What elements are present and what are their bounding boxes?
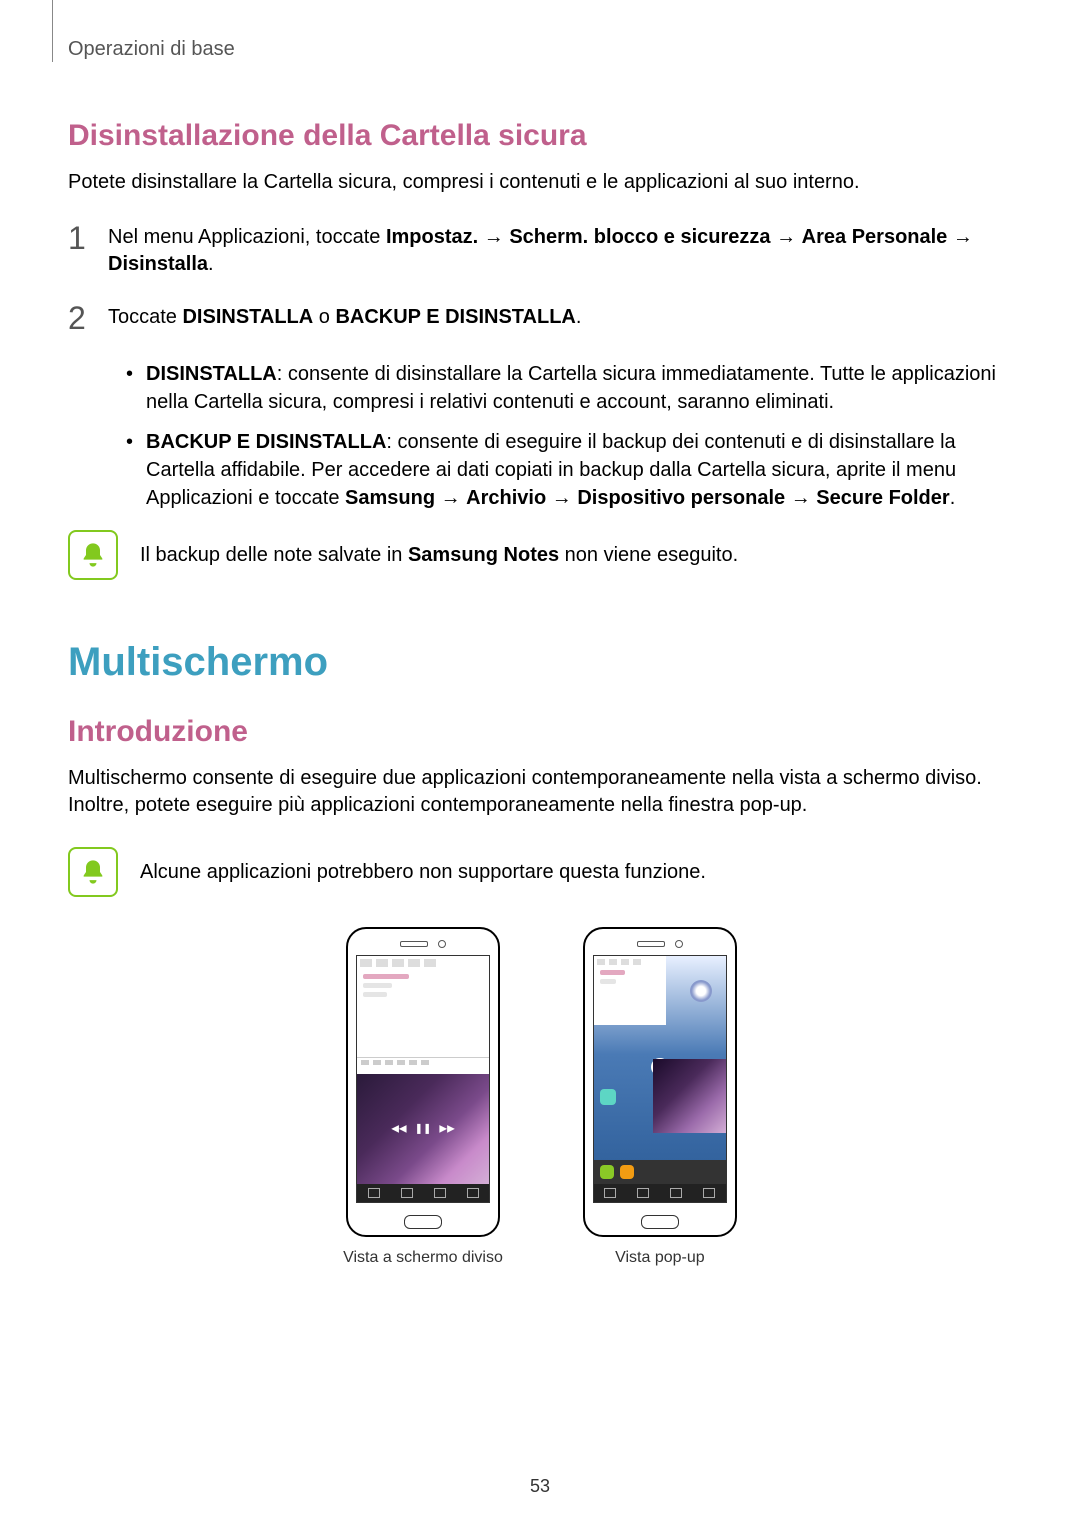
phone-mock-icon <box>583 927 737 1237</box>
figure-caption: Vista a schermo diviso <box>343 1249 503 1267</box>
phone-mock-icon: ◀◀❚❚▶▶ <box>346 927 500 1237</box>
margin-rule <box>52 0 53 62</box>
bold: Secure Folder <box>816 487 949 509</box>
step-2: 2 Toccate DISINSTALLA o BACKUP E DISINST… <box>68 304 1012 334</box>
arrow: → <box>947 226 973 248</box>
note-text: Il backup delle note salvate in Samsung … <box>140 542 738 569</box>
text: o <box>313 306 335 328</box>
manual-page: Operazioni di base Disinstallazione dell… <box>0 0 1080 1527</box>
bold: Scherm. blocco e sicurezza <box>509 226 770 248</box>
running-head: Operazioni di base <box>68 38 1012 61</box>
multiscreen-heading: Multischermo <box>68 640 1012 685</box>
note-text: Alcune applicazioni potrebbero non suppo… <box>140 859 706 886</box>
bold: Samsung Notes <box>408 544 559 566</box>
bold: BACKUP E DISINSTALLA <box>335 306 575 328</box>
text: Nel menu Applicazioni, toccate <box>108 226 386 248</box>
arrow: → <box>771 226 802 248</box>
uninstall-intro: Potete disinstallare la Cartella sicura,… <box>68 169 1012 196</box>
arrow: → <box>435 487 466 509</box>
period: . <box>950 487 956 509</box>
step-1: 1 Nel menu Applicazioni, toccate Imposta… <box>68 224 1012 278</box>
bullet-item: DISINSTALLA: consente di disinstallare l… <box>126 360 1012 416</box>
bell-icon <box>68 530 118 580</box>
step-number: 2 <box>68 302 108 334</box>
bold: Disinstalla <box>108 253 208 275</box>
arrow: → <box>785 487 816 509</box>
bold: DISINSTALLA <box>146 363 277 385</box>
bold: Archivio <box>466 487 546 509</box>
text: Toccate <box>108 306 182 328</box>
step-number: 1 <box>68 222 108 254</box>
bold: Area Personale <box>802 226 948 248</box>
arrow: → <box>478 226 509 248</box>
intro-subheading: Introduzione <box>68 715 1012 749</box>
bold: DISINSTALLA <box>182 306 313 328</box>
step-text: Nel menu Applicazioni, toccate Impostaz.… <box>108 224 1012 278</box>
period: . <box>208 253 214 275</box>
figure-row: ◀◀❚❚▶▶ Vista a schermo diviso <box>68 927 1012 1267</box>
step-text: Toccate DISINSTALLA o BACKUP E DISINSTAL… <box>108 304 1012 331</box>
text: non viene eseguito. <box>559 544 738 566</box>
text: Il backup delle note salvate in <box>140 544 408 566</box>
arrow: → <box>546 487 577 509</box>
figure-popup: Vista pop-up <box>583 927 737 1267</box>
uninstall-heading: Disinstallazione della Cartella sicura <box>68 119 1012 153</box>
bold: Dispositivo personale <box>577 487 785 509</box>
uninstall-bullets: DISINSTALLA: consente di disinstallare l… <box>126 360 1012 512</box>
figure-split-view: ◀◀❚❚▶▶ Vista a schermo diviso <box>343 927 503 1267</box>
figure-caption: Vista pop-up <box>615 1249 705 1267</box>
bell-icon <box>68 847 118 897</box>
bold: BACKUP E DISINSTALLA <box>146 431 386 453</box>
bold: Samsung <box>345 487 435 509</box>
bullet-item: BACKUP E DISINSTALLA: consente di esegui… <box>126 428 1012 512</box>
multiscreen-intro: Multischermo consente di eseguire due ap… <box>68 765 1012 819</box>
note-row: Alcune applicazioni potrebbero non suppo… <box>68 847 1012 897</box>
period: . <box>576 306 582 328</box>
bold: Impostaz. <box>386 226 478 248</box>
note-row: Il backup delle note salvate in Samsung … <box>68 530 1012 580</box>
page-number: 53 <box>530 1476 550 1497</box>
